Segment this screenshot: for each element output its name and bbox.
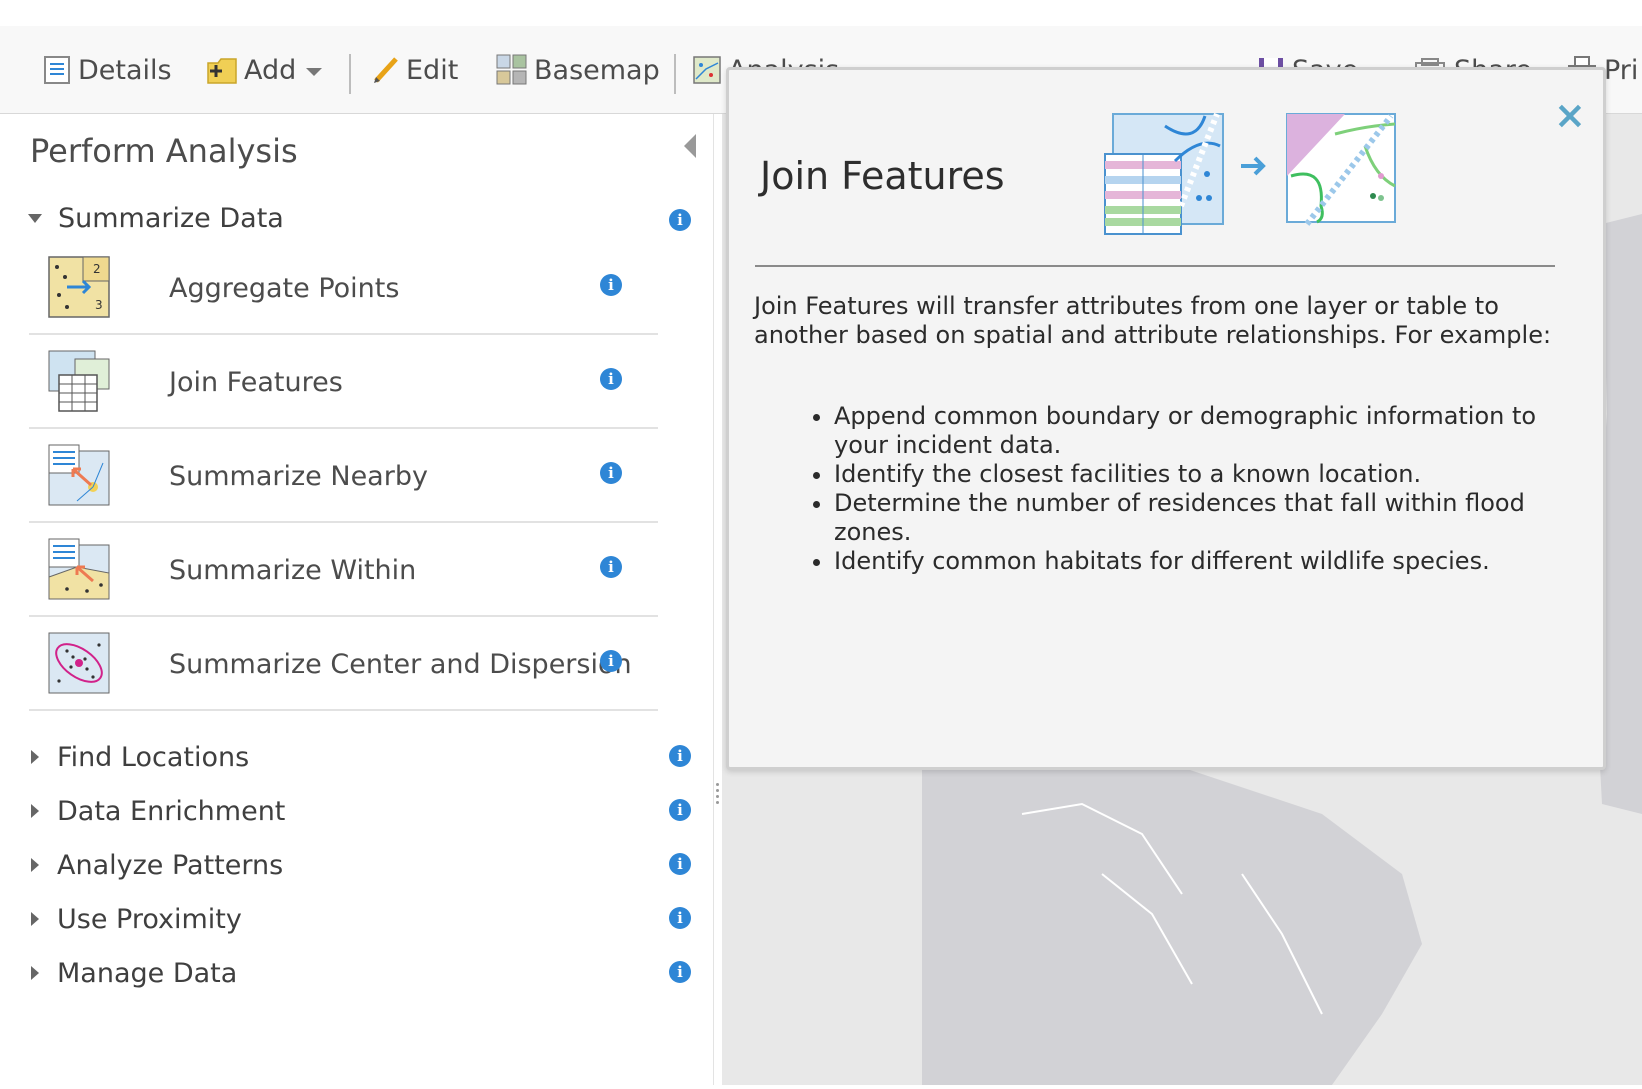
category-label: Manage Data xyxy=(57,957,238,989)
popup-title: Join Features xyxy=(760,154,1005,198)
category-data-enrichment[interactable]: Data Enrichment xyxy=(26,791,285,831)
add-icon xyxy=(207,58,237,84)
list-item: Append common boundary or demographic in… xyxy=(834,402,1574,460)
popup-divider xyxy=(755,265,1555,267)
list-item: Identify the closest facilities to a kno… xyxy=(834,460,1574,489)
info-icon[interactable]: i xyxy=(669,853,691,875)
tool-label: Join Features xyxy=(169,366,343,398)
panel-title: Perform Analysis xyxy=(30,132,298,170)
info-icon[interactable]: i xyxy=(669,907,691,929)
join-features-icon xyxy=(48,350,110,412)
tool-help-popup: Join Features × Join Features will trans… xyxy=(726,67,1606,770)
info-icon[interactable]: i xyxy=(669,799,691,821)
category-label: Data Enrichment xyxy=(57,795,286,827)
print-label: Pri xyxy=(1604,54,1639,86)
panel-resize-handle[interactable] xyxy=(714,780,720,820)
basemap-button[interactable]: Basemap xyxy=(496,26,660,114)
analysis-icon xyxy=(693,56,721,84)
analysis-panel: Perform Analysis Summarize Data i 2 3 Ag… xyxy=(4,114,714,1085)
tool-summarize-center-dispersion[interactable]: Summarize Center and Dispersion i xyxy=(29,617,658,711)
info-icon[interactable]: i xyxy=(669,961,691,983)
edit-button[interactable]: Edit xyxy=(372,26,458,114)
tool-summarize-nearby[interactable]: Summarize Nearby i xyxy=(29,429,658,523)
expand-right-icon xyxy=(31,966,39,980)
details-button[interactable]: Details xyxy=(42,26,172,114)
category-analyze-patterns[interactable]: Analyze Patterns xyxy=(26,845,283,885)
list-item: Identify common habitats for different w… xyxy=(834,547,1574,576)
tool-label: Aggregate Points xyxy=(169,272,400,304)
tool-label: Summarize Within xyxy=(169,554,417,586)
tool-aggregate-points[interactable]: 2 3 Aggregate Points i xyxy=(29,241,658,335)
category-manage-data[interactable]: Manage Data xyxy=(26,953,237,993)
edit-label: Edit xyxy=(406,54,459,86)
category-use-proximity[interactable]: Use Proximity xyxy=(26,899,242,939)
list-item: Determine the number of residences that … xyxy=(834,489,1574,547)
basemap-label: Basemap xyxy=(534,54,660,86)
category-label: Use Proximity xyxy=(57,903,242,935)
category-find-locations[interactable]: Find Locations xyxy=(26,737,249,777)
basemap-grid-icon xyxy=(496,54,527,85)
add-label: Add xyxy=(244,54,297,86)
toolbar-divider xyxy=(674,54,676,94)
add-button[interactable]: Add xyxy=(206,26,323,114)
expand-right-icon xyxy=(31,804,39,818)
expand-down-icon xyxy=(28,213,42,223)
svg-text:3: 3 xyxy=(95,298,103,312)
info-icon[interactable]: i xyxy=(600,556,622,578)
collapse-panel-icon[interactable] xyxy=(684,134,696,158)
popup-bullet-list: Append common boundary or demographic in… xyxy=(804,402,1574,576)
tool-label: Summarize Nearby xyxy=(169,460,428,492)
popup-description: Join Features will transfer attributes f… xyxy=(754,292,1552,349)
expand-right-icon xyxy=(31,858,39,872)
info-icon[interactable]: i xyxy=(600,368,622,390)
chevron-down-icon xyxy=(306,68,323,76)
close-icon[interactable]: × xyxy=(1554,96,1586,134)
join-features-illustration xyxy=(1104,112,1396,235)
info-icon[interactable]: i xyxy=(669,745,691,767)
details-icon xyxy=(44,56,70,84)
aggregate-points-icon: 2 3 xyxy=(48,256,110,318)
tool-join-features[interactable]: Join Features i xyxy=(29,335,658,429)
info-icon[interactable]: i xyxy=(600,650,622,672)
category-label: Find Locations xyxy=(57,741,250,773)
tool-label: Summarize Center and Dispersion xyxy=(169,648,632,680)
expand-right-icon xyxy=(31,750,39,764)
category-summarize-data[interactable]: Summarize Data xyxy=(26,198,284,238)
summarize-nearby-icon xyxy=(48,444,110,506)
details-label: Details xyxy=(78,54,172,86)
info-icon[interactable]: i xyxy=(600,274,622,296)
svg-text:2: 2 xyxy=(93,262,101,276)
info-icon[interactable]: i xyxy=(669,209,691,231)
toolbar-divider xyxy=(349,54,351,94)
summarize-within-icon xyxy=(48,538,110,600)
expand-right-icon xyxy=(31,912,39,926)
category-label: Analyze Patterns xyxy=(57,849,284,881)
tool-summarize-within[interactable]: Summarize Within i xyxy=(29,523,658,617)
pencil-icon xyxy=(374,57,398,83)
center-dispersion-icon xyxy=(48,632,110,694)
category-label: Summarize Data xyxy=(58,202,284,234)
info-icon[interactable]: i xyxy=(600,462,622,484)
